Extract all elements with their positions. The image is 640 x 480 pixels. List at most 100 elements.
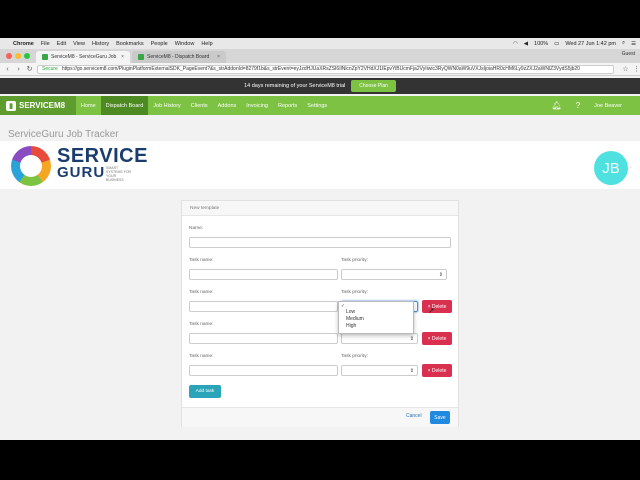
trial-banner: 14 days remaining of your ServiceM8 tria…: [0, 78, 640, 94]
logo-text-line1: SERVICE: [57, 145, 148, 167]
template-name-input[interactable]: [189, 237, 451, 248]
add-task-button[interactable]: Add task: [189, 385, 221, 398]
bookmark-star-icon[interactable]: ☆: [622, 65, 629, 73]
task-priority-select[interactable]: ⇕: [341, 365, 418, 376]
servicem8-favicon-icon: [42, 54, 48, 60]
task-name-label: Task name:: [189, 354, 214, 359]
task-name-input[interactable]: [189, 333, 338, 344]
close-tab-icon[interactable]: ×: [121, 54, 124, 60]
chevron-updown-icon: ⇕: [438, 271, 443, 278]
logo-tagline: SMART SYSTEMS FOR YOUR BUSINESS: [106, 166, 132, 182]
nav-home[interactable]: Home: [76, 96, 101, 115]
forward-icon[interactable]: ›: [15, 66, 22, 73]
avatar-menu-indicator[interactable]: ·: [630, 165, 632, 171]
url-bar[interactable]: Secure https://go.servicem8.com/PluginPl…: [37, 64, 614, 74]
tab-title: ServiceM8 - Dispatch Board: [147, 54, 210, 60]
mouse-pointer-icon: ➚: [428, 306, 435, 315]
nav-invoicing[interactable]: Invoicing: [241, 96, 273, 115]
maximize-window-button[interactable]: [24, 53, 30, 59]
battery-icon[interactable]: ▭: [554, 41, 559, 47]
close-tab-icon[interactable]: ×: [217, 54, 220, 60]
menu-bookmarks[interactable]: Bookmarks: [116, 41, 144, 47]
task-name-label: Task name:: [189, 258, 214, 263]
menu-file[interactable]: File: [41, 41, 50, 47]
macos-menu-bar: Chrome File Edit View History Bookmarks …: [0, 38, 640, 49]
serviceguru-logo-icon: [11, 146, 51, 186]
menu-view[interactable]: View: [73, 41, 85, 47]
browser-tab-active[interactable]: ServiceM8 - ServiceGuru Job ×: [36, 51, 130, 63]
menu-window[interactable]: Window: [175, 41, 195, 47]
task-name-input[interactable]: [189, 269, 338, 280]
addon-content: ServiceGuru Job Tracker SERVICE GURU SMA…: [0, 115, 640, 440]
chevron-updown-icon: ⇕: [409, 367, 414, 374]
choose-plan-button[interactable]: Choose Plan: [351, 80, 396, 92]
brand-name: SERVICEM8: [19, 101, 66, 110]
priority-option-medium[interactable]: Medium: [339, 316, 413, 323]
task-priority-select[interactable]: ⇕: [341, 333, 418, 344]
nav-clients[interactable]: Clients: [186, 96, 213, 115]
nav-addons[interactable]: Addons: [213, 96, 242, 115]
menu-app-name[interactable]: Chrome: [13, 41, 34, 47]
card-header: New template: [182, 201, 458, 216]
status-area: ◠ ◀ 100% ▭ Wed 27 Jun 1:42 pm ⌕ ☰: [513, 38, 636, 49]
wifi-icon[interactable]: ◠: [513, 41, 518, 47]
browser-tab-inactive[interactable]: ServiceM8 - Dispatch Board ×: [132, 51, 226, 63]
task-priority-label: Task priority:: [341, 354, 368, 359]
delete-task-button[interactable]: × Delete: [422, 332, 452, 345]
nav-dispatch-board[interactable]: Dispatch Board: [100, 96, 149, 115]
user-menu[interactable]: Joe Beaver: [594, 103, 622, 109]
task-name-label: Task name:: [189, 322, 214, 327]
checkmark-icon: ✓: [341, 303, 345, 308]
servicem8-logo-icon: ▮: [6, 100, 16, 111]
task-name-input[interactable]: [189, 365, 338, 376]
servicem8-favicon-icon: [138, 54, 144, 60]
nav-job-history[interactable]: Job History: [148, 96, 186, 115]
priority-option-high[interactable]: High: [339, 323, 413, 330]
menu-people[interactable]: People: [151, 41, 168, 47]
trial-message: 14 days remaining of your ServiceM8 tria…: [244, 83, 346, 89]
name-label: Name:: [189, 226, 204, 231]
card-footer: Cancel Save: [182, 407, 458, 427]
nav-right: 🔔︎ ? Joe Beaver: [552, 96, 622, 115]
chevron-updown-icon: ⇕: [409, 335, 414, 342]
clock[interactable]: Wed 27 Jun 1:42 pm: [565, 41, 616, 47]
battery-percent: 100%: [534, 40, 549, 47]
menu-edit[interactable]: Edit: [57, 41, 66, 47]
menu-history[interactable]: History: [92, 41, 109, 47]
reload-icon[interactable]: ↻: [26, 65, 33, 73]
bell-icon[interactable]: 🔔︎: [552, 101, 562, 110]
task-name-input[interactable]: [189, 301, 338, 312]
addon-header: SERVICE GURU SMART SYSTEMS FOR YOUR BUSI…: [0, 141, 640, 189]
close-window-button[interactable]: [6, 53, 12, 59]
logo-text-line2: GURU: [57, 164, 106, 181]
nav-reports[interactable]: Reports: [273, 96, 302, 115]
delete-task-button[interactable]: × Delete: [422, 364, 452, 377]
help-icon[interactable]: ?: [576, 101, 580, 110]
volume-icon[interactable]: ◀: [524, 41, 528, 47]
tab-strip: ServiceM8 - ServiceGuru Job × ServiceM8 …: [0, 49, 640, 63]
menu-list-icon[interactable]: ☰: [631, 41, 636, 47]
cancel-link[interactable]: Cancel: [406, 413, 422, 419]
avatar[interactable]: JB: [594, 151, 628, 185]
servicem8-logo[interactable]: ▮ SERVICEM8: [0, 96, 76, 115]
browser-menu-icon[interactable]: ⋮: [633, 65, 640, 73]
priority-option-low[interactable]: Low: [339, 309, 413, 316]
task-priority-select[interactable]: ⇕: [341, 269, 447, 280]
priority-option-blank[interactable]: ✓: [339, 302, 413, 309]
delete-task-button[interactable]: × Delete: [422, 300, 452, 313]
minimize-window-button[interactable]: [15, 53, 21, 59]
task-priority-label: Task priority:: [341, 258, 368, 263]
secure-lock-label: Secure: [42, 66, 58, 72]
profile-label[interactable]: Guest: [622, 51, 635, 57]
nav-settings[interactable]: Settings: [302, 96, 332, 115]
menu-help[interactable]: Help: [201, 41, 212, 47]
save-button[interactable]: Save: [430, 411, 450, 424]
back-icon[interactable]: ‹: [4, 66, 11, 73]
search-icon[interactable]: ⌕: [622, 40, 625, 47]
tab-title: ServiceM8 - ServiceGuru Job: [51, 54, 117, 60]
screen: Chrome File Edit View History Bookmarks …: [0, 0, 640, 480]
task-priority-label: Task priority:: [341, 290, 368, 295]
priority-dropdown-menu: ✓ Low Medium High: [338, 301, 414, 334]
url-text: https://go.servicem8.com/PluginPlatformE…: [61, 66, 580, 72]
app-nav-bar: ▮ SERVICEM8 Home Dispatch Board Job Hist…: [0, 96, 640, 115]
